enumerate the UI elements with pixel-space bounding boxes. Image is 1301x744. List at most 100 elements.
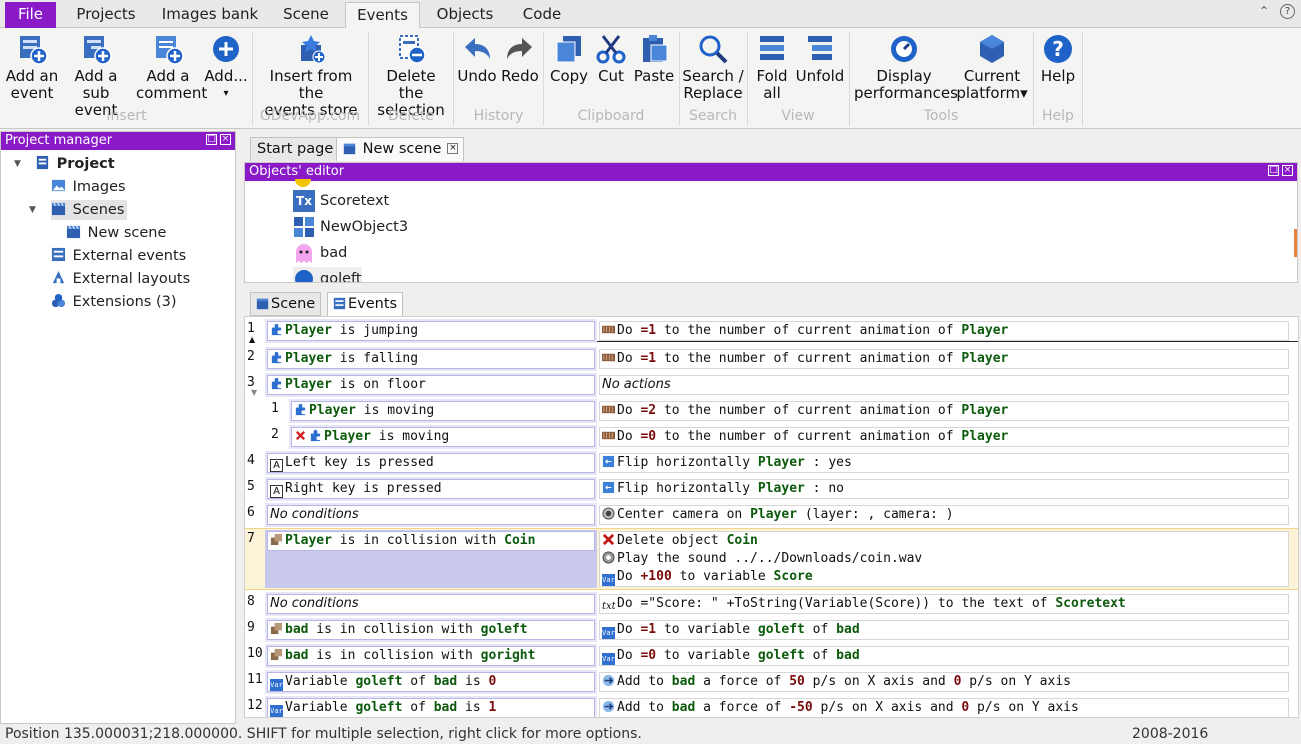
event-text-token: is moving: [370, 429, 450, 444]
tree-item-project[interactable]: Project: [35, 154, 115, 174]
action[interactable]: Add to bad a force of 50 p/s on X axis a…: [599, 672, 1289, 692]
action[interactable]: Do =1 to the number of current animation…: [599, 321, 1289, 341]
tab-events[interactable]: Events: [345, 2, 420, 29]
tab-code[interactable]: Code: [510, 2, 574, 28]
condition[interactable]: Player is on floor: [267, 375, 595, 395]
action[interactable]: Var Do +100 to variable Score: [602, 568, 1288, 586]
expand-triangle-icon[interactable]: ▼: [29, 205, 36, 215]
condition[interactable]: A Right key is pressed: [267, 479, 595, 499]
action-empty[interactable]: No actions: [599, 375, 1289, 395]
object-bad[interactable]: bad: [293, 241, 347, 265]
scroll-indicator[interactable]: [1294, 229, 1297, 257]
action[interactable]: Do =0 to the number of current animation…: [599, 427, 1289, 447]
collapse-ribbon-icon[interactable]: ⌃: [1259, 4, 1269, 18]
paste-button[interactable]: Paste: [632, 31, 676, 85]
action[interactable]: Add to bad a force of -50 p/s on X axis …: [599, 698, 1289, 717]
invert-condition-icon: [295, 430, 306, 441]
condition[interactable]: Player is moving: [291, 427, 595, 447]
action[interactable]: Flip horizontally Player : yes: [599, 453, 1289, 473]
tab-projects[interactable]: Projects: [64, 2, 148, 28]
search-replace-button[interactable]: Search / Replace: [682, 31, 744, 102]
tree-item-new-scene[interactable]: New scene: [66, 223, 166, 243]
add-comment-button[interactable]: Add a comment: [136, 31, 207, 102]
maximize-icon[interactable]: □: [1268, 165, 1279, 176]
tab-scene[interactable]: Scene: [272, 2, 340, 28]
delete-selection-button[interactable]: Delete the selection: [372, 31, 450, 119]
action[interactable]: Var Do =1 to variable goleft of bad: [599, 620, 1289, 640]
events-store-label: Insert from the: [269, 67, 353, 102]
event-text-token: goleft: [355, 674, 403, 689]
maximize-icon[interactable]: □: [206, 134, 217, 145]
event-number: 5: [247, 479, 255, 494]
event-text-token: Player: [309, 403, 356, 418]
external-events-label: External events: [72, 248, 187, 264]
close-icon[interactable]: ×: [1282, 165, 1293, 176]
condition[interactable]: Var Variable goleft of bad is 1: [267, 698, 595, 717]
condition[interactable]: Var Variable goleft of bad is 0: [267, 672, 595, 692]
tab-new-scene[interactable]: New scene ×: [336, 137, 465, 161]
action[interactable]: txtDo ="Score: " +ToString(Variable(Scor…: [599, 594, 1289, 614]
add-event-button[interactable]: Add an event: [4, 31, 60, 102]
object-goleft[interactable]: goleft: [293, 267, 362, 283]
condition-empty[interactable]: No conditions: [267, 505, 595, 525]
tab-scene-label: Scene: [271, 296, 316, 312]
status-text: Position 135.000031;218.000000. SHIFT fo…: [5, 726, 642, 742]
tree-item-external-events[interactable]: External events: [51, 246, 186, 266]
action[interactable]: Delete object Coin: [602, 532, 1288, 550]
action[interactable]: Do =2 to the number of current animation…: [599, 401, 1289, 421]
help-icon[interactable]: ?: [1280, 4, 1295, 19]
tab-objects[interactable]: Objects: [424, 2, 506, 28]
display-performances-button[interactable]: Display performances: [854, 31, 958, 102]
tab-scene-editor[interactable]: Scene: [250, 292, 322, 316]
expand-triangle-icon[interactable]: ▼: [14, 159, 21, 169]
fold-all-button[interactable]: Fold all: [750, 31, 794, 102]
object-newobject3[interactable]: NewObject3: [293, 215, 408, 239]
close-icon[interactable]: ×: [220, 134, 231, 145]
condition[interactable]: bad is in collision with goleft: [267, 620, 595, 640]
current-platform-button[interactable]: Current platform▾: [956, 31, 1028, 102]
condition[interactable]: Player is moving: [291, 401, 595, 421]
tab-events-editor[interactable]: Events: [327, 292, 404, 316]
ribbon: Add an event Add a sub event Add a comment …: [0, 28, 1301, 129]
tree-item-images[interactable]: Images: [51, 177, 126, 197]
action[interactable]: Do =1 to the number of current animation…: [599, 349, 1289, 369]
object-scoretext[interactable]: Tx Scoretext: [293, 189, 389, 213]
group-separator: [1033, 32, 1034, 126]
tree-item-external-layouts[interactable]: External layouts: [51, 269, 190, 289]
help-circle-icon: ?: [1044, 35, 1072, 63]
close-tab-icon[interactable]: ×: [447, 143, 459, 154]
unfold-button[interactable]: Unfold: [795, 31, 845, 85]
add-sub-event-button[interactable]: Add a sub event: [60, 31, 132, 119]
action[interactable]: Var Do =0 to variable goleft of bad: [599, 646, 1289, 666]
redo-button[interactable]: Redo: [499, 31, 541, 85]
tab-images-bank[interactable]: Images bank: [156, 2, 264, 28]
object-label: goleft: [320, 271, 362, 283]
help-button[interactable]: ? Help: [1036, 31, 1080, 85]
condition[interactable]: Player is in collision with Coin: [267, 531, 595, 551]
event-number: 11: [247, 672, 263, 687]
event-text-token: to variable: [656, 648, 758, 663]
tree-item-scenes[interactable]: Scenes: [51, 200, 128, 220]
condition[interactable]: Player is falling: [267, 349, 595, 369]
events-store-button[interactable]: Insert from the events store: [256, 31, 366, 119]
event-text-token: Score: [773, 569, 813, 584]
action-block[interactable]: Delete object Coin Play the sound ../../…: [599, 531, 1289, 587]
condition-empty[interactable]: No conditions: [267, 594, 595, 614]
tab-file[interactable]: File: [5, 2, 56, 28]
action[interactable]: Center camera on Player (layer: , camera…: [599, 505, 1289, 525]
condition[interactable]: bad is in collision with goright: [267, 646, 595, 666]
undo-button[interactable]: Undo: [456, 31, 498, 85]
action[interactable]: Flip horizontally Player : no: [599, 479, 1289, 499]
tab-start-page[interactable]: Start page: [250, 137, 341, 161]
cut-button[interactable]: Cut: [592, 31, 630, 85]
condition[interactable]: A Left key is pressed: [267, 453, 595, 473]
platform-label: Current: [963, 67, 1021, 85]
copy-button[interactable]: Copy: [547, 31, 591, 85]
condition[interactable]: Player is jumping: [267, 321, 595, 341]
action[interactable]: Play the sound ../../Downloads/coin.wav: [602, 550, 1288, 568]
fold-arrow-icon[interactable]: ▼: [251, 388, 257, 397]
tab-events-label: Events: [348, 296, 398, 312]
add-more-button[interactable]: Add... ▾: [203, 31, 249, 102]
tree-item-extensions[interactable]: Extensions (3): [51, 292, 177, 312]
variable-icon: Var: [270, 705, 283, 717]
